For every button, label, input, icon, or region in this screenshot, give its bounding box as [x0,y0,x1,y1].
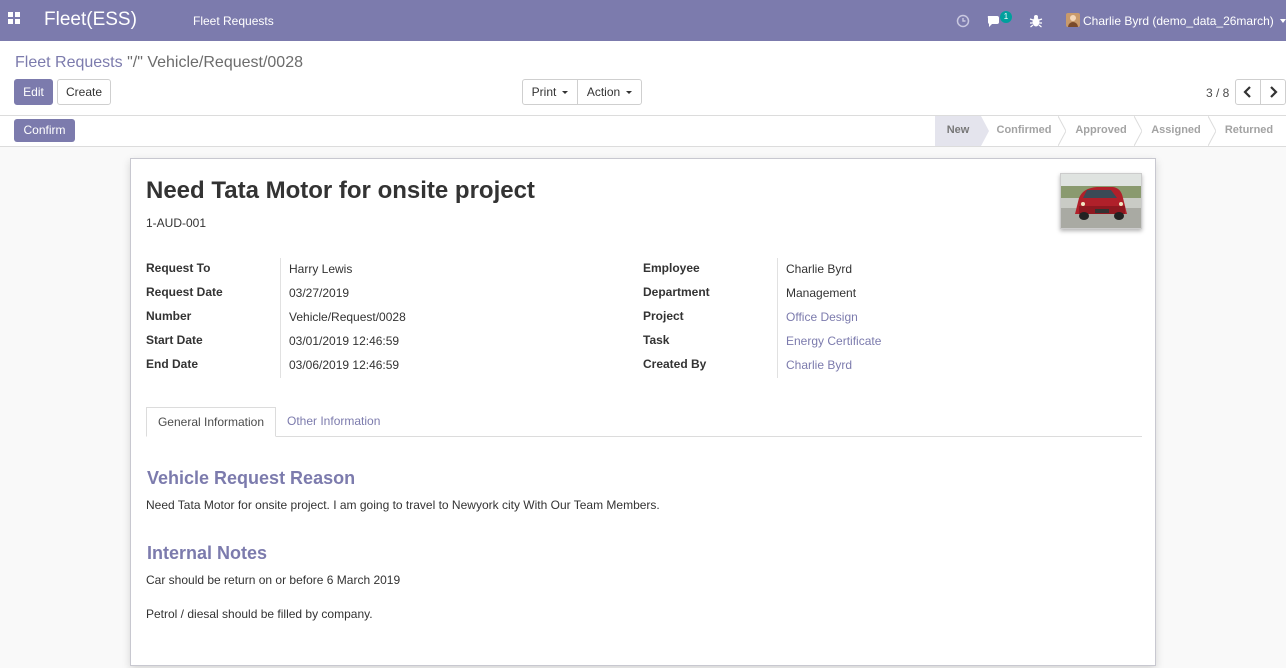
field-label-end-date: End Date [146,357,199,371]
field-label-department: Department [643,285,710,299]
section-title-request-reason: Vehicle Request Reason [147,468,356,488]
confirm-button[interactable]: Confirm [14,119,75,142]
section-title-internal-notes: Internal Notes [147,543,268,563]
top-navbar: Fleet(ESS) Fleet Requests 1 Charlie Byrd… [0,0,1286,41]
form-statusbar: Confirm New Confirmed Approved Assigned … [0,116,1286,147]
breadcrumb-current: Vehicle/Request/0028 [147,54,303,71]
created-by-link[interactable]: Charlie Byrd [786,358,852,372]
stage-arrow-icon [1208,116,1216,146]
task-link[interactable]: Energy Certificate [786,334,881,348]
stage-confirmed[interactable]: Confirmed [990,116,1058,146]
project-link[interactable]: Office Design [786,310,858,324]
vehicle-image[interactable] [1060,173,1142,229]
chevron-right-icon [1270,86,1278,98]
app-brand[interactable]: Fleet(ESS) [44,9,137,31]
field-value-employee: Charlie Byrd [786,262,853,276]
breadcrumb: Fleet Requests "/" Vehicle/Request/0028 [15,54,303,72]
menu-item-fleet-requests[interactable]: Fleet Requests [193,14,274,28]
print-caret-icon [562,91,569,95]
field-divider [280,258,281,378]
stage-arrow-icon [1134,116,1142,146]
control-panel: Fleet Requests "/" Vehicle/Request/0028 … [0,41,1286,116]
print-label: Print [531,85,557,99]
apps-menu-icon[interactable] [8,12,22,26]
car-photo-icon [1061,174,1141,228]
activity-clock-icon[interactable] [955,13,971,29]
breadcrumb-parent-link[interactable]: Fleet Requests [15,54,123,71]
field-divider [777,258,778,378]
internal-notes-line: Petrol / diesal should be filled by comp… [146,607,373,621]
notification-badge: 1 [1000,11,1012,23]
field-label-request-date: Request Date [146,285,223,299]
stage-returned[interactable]: Returned [1218,116,1280,146]
field-value-end-date: 03/06/2019 12:46:59 [289,358,400,372]
field-value-request-date: 03/27/2019 [289,286,350,300]
request-reason-text: Need Tata Motor for onsite project. I am… [146,498,660,512]
debug-bug-icon[interactable] [1028,13,1044,29]
field-value-department: Management [786,286,857,300]
tab-other-information[interactable]: Other Information [287,407,380,437]
field-label-created-by: Created By [643,357,707,371]
action-dropdown-button[interactable]: Action [577,79,642,105]
form-sheet: Need Tata Motor for onsite project 1-AUD… [130,158,1156,666]
pager-value[interactable]: 3 / 8 [1206,86,1229,100]
print-dropdown-button[interactable]: Print [522,79,578,105]
create-button[interactable]: Create [57,79,111,105]
pager-previous-button[interactable] [1235,79,1261,105]
record-code: 1-AUD-001 [146,216,207,230]
stage-assigned[interactable]: Assigned [1144,116,1208,146]
stage-new[interactable]: New [935,116,981,146]
stage-approved[interactable]: Approved [1068,116,1134,146]
user-avatar[interactable] [1066,13,1080,27]
pager-next-button[interactable] [1260,79,1286,105]
chevron-left-icon [1243,86,1251,98]
field-value-start-date: 03/01/2019 12:46:59 [289,334,400,348]
stage-arrow-icon [1058,116,1066,146]
field-label-request-to: Request To [146,261,211,275]
field-label-start-date: Start Date [146,333,203,347]
field-value-request-to: Harry Lewis [289,262,353,276]
record-title: Need Tata Motor for onsite project [146,177,535,204]
tab-general-information[interactable]: General Information [146,407,276,437]
field-label-project: Project [643,309,684,323]
field-value-number: Vehicle/Request/0028 [289,310,406,324]
user-menu-name[interactable]: Charlie Byrd (demo_data_26march) [1083,14,1274,28]
action-caret-icon [626,91,633,95]
stage-arrow-icon [981,116,989,146]
field-label-number: Number [146,309,192,323]
field-label-employee: Employee [643,261,700,275]
action-label: Action [586,85,621,99]
internal-notes-line: Car should be return on or before 6 Marc… [146,573,401,587]
edit-button[interactable]: Edit [14,79,53,105]
user-menu-caret-icon[interactable] [1280,19,1286,23]
breadcrumb-separator: "/" [127,54,143,71]
field-label-task: Task [643,333,670,347]
